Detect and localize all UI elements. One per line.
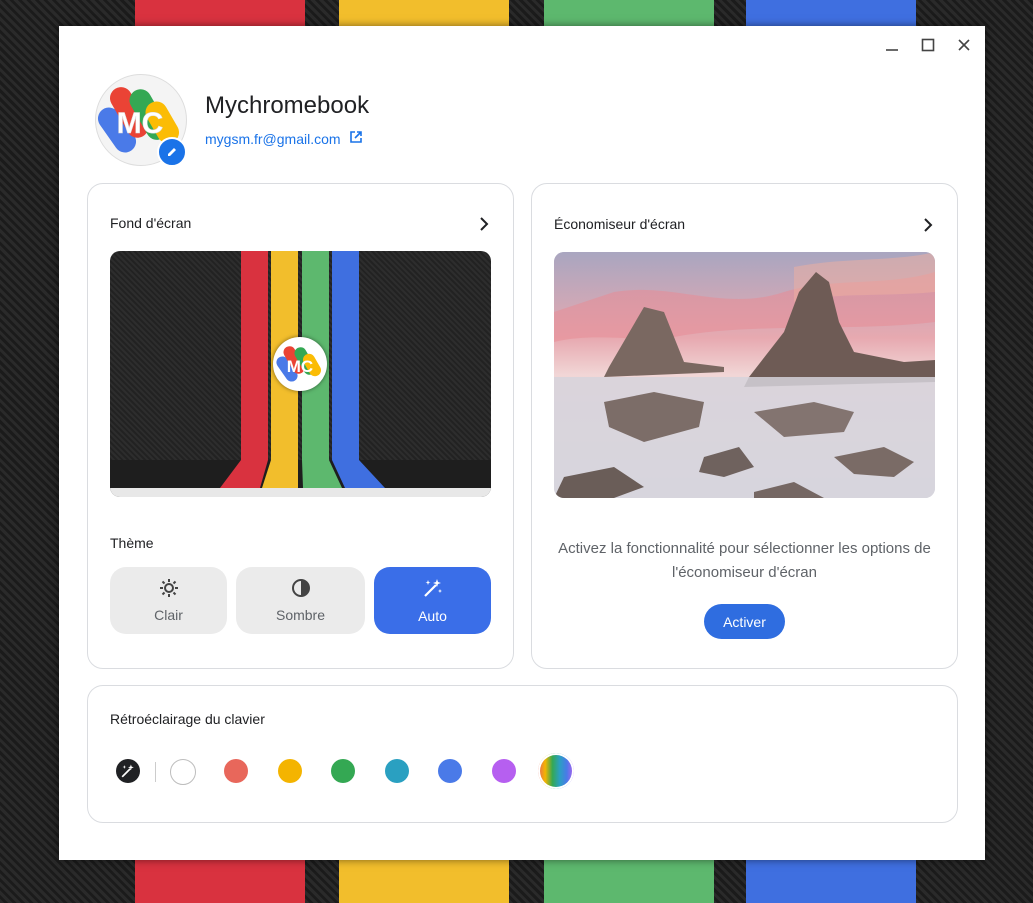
color-swatch-rainbow[interactable] [538,753,574,789]
keyboard-backlight-card: Rétroéclairage du clavier [87,685,958,823]
color-swatch-green[interactable] [331,759,355,783]
desktop-stripe-red [135,858,305,903]
close-icon[interactable] [953,36,975,54]
theme-dark-button[interactable]: Sombre [236,567,365,634]
screensaver-card: Économiseur d'écran Activez la fonctionn… [531,183,958,669]
color-swatch-yellow[interactable] [278,759,302,783]
magic-wand-icon[interactable] [116,759,140,783]
wallpaper-title: Fond d'écran [110,215,192,231]
desktop-stripe-green [544,858,714,903]
keyboard-backlight-title: Rétroéclairage du clavier [110,711,265,727]
color-swatch-white[interactable] [170,759,196,785]
maximize-icon[interactable] [917,36,939,54]
theme-option-label: Auto [418,608,447,624]
color-swatch-red[interactable] [224,759,248,783]
chevron-right-icon[interactable] [920,217,936,233]
color-swatch-teal[interactable] [385,759,409,783]
theme-option-label: Sombre [275,607,326,623]
minimize-icon[interactable] [881,36,903,54]
half-circle-icon [291,578,311,601]
wallpaper-preview[interactable]: MC [110,251,491,497]
activate-button[interactable]: Activer [704,604,785,639]
device-name: Mychromebook [205,92,370,119]
color-swatch-purple[interactable] [492,759,516,783]
magic-wand-icon [422,577,444,602]
wallpaper-logo: MC [273,337,327,391]
desktop-stripe-yellow [339,0,509,28]
account-link[interactable]: mygsm.fr@gmail.com [205,130,363,147]
gear-sun-icon [159,578,179,601]
open-in-new-icon [349,130,363,147]
desktop-stripe-red [135,0,305,28]
desktop-stripe-blue [746,0,916,28]
theme-option-label: Clair [154,607,183,623]
theme-light-button[interactable]: Clair [110,567,227,634]
wallpaper-band-red [241,251,268,460]
desktop-stripe-yellow [339,858,509,903]
wallpaper-card: Fond d'écran MC Thème Clair Sombre Auto [87,183,514,669]
wallpaper-band-blue [332,251,359,460]
email-text: mygsm.fr@gmail.com [205,130,341,147]
screensaver-title: Économiseur d'écran [554,216,686,232]
color-swatch-blue[interactable] [438,759,462,783]
profile-header: MC Mychromebook mygsm.fr@gmail.com [95,74,695,169]
wallpaper-shelf [110,488,491,497]
personalization-window: MC Mychromebook mygsm.fr@gmail.com Fond … [59,26,985,860]
theme-auto-button[interactable]: Auto [374,567,491,634]
theme-title: Thème [110,535,154,551]
wallpaper-floor [110,460,491,488]
desktop-stripe-blue [746,858,916,903]
svg-text:MC: MC [117,107,164,140]
screensaver-preview[interactable] [554,252,935,498]
desktop-stripe-green [544,0,714,28]
chevron-right-icon[interactable] [476,216,492,232]
divider [155,762,156,782]
screensaver-message: Activez la fonctionnalité pour sélection… [558,540,931,581]
pencil-icon[interactable] [157,137,187,167]
svg-text:MC: MC [287,357,313,376]
